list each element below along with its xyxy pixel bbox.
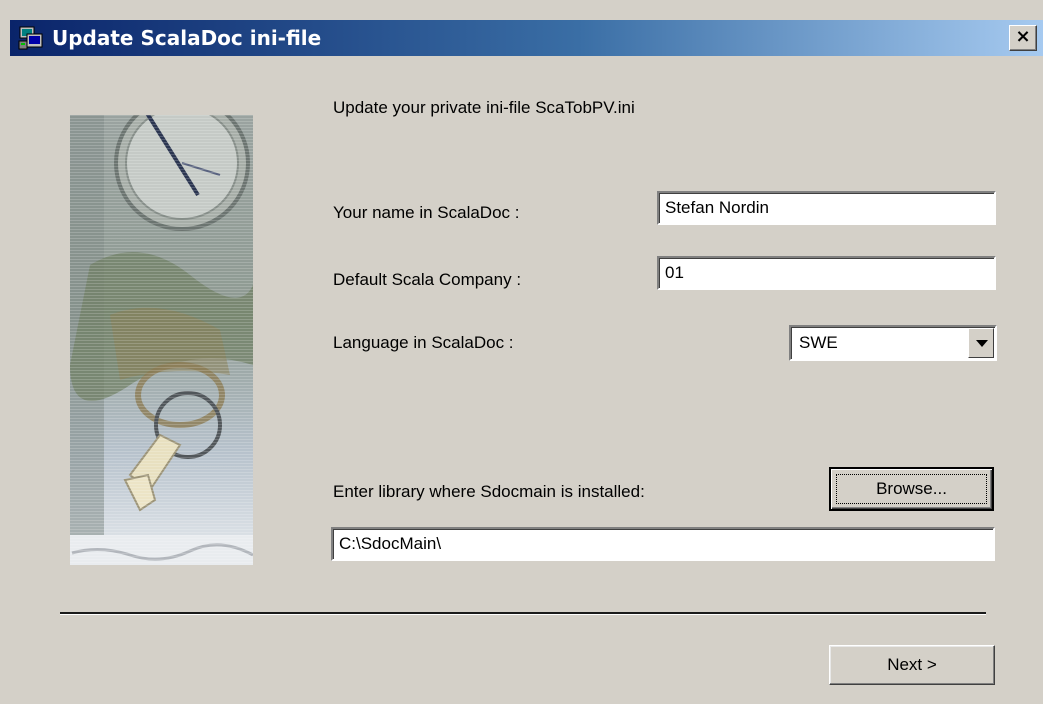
next-button-label: Next > — [887, 655, 937, 674]
title-bar[interactable]: Update ScalaDoc ini-file × — [10, 20, 1043, 56]
library-path-input[interactable] — [331, 527, 995, 561]
language-value: SWE — [799, 333, 838, 352]
company-label: Default Scala Company : — [333, 270, 522, 289]
browse-button-label: Browse... — [876, 479, 947, 498]
company-input[interactable] — [657, 256, 996, 290]
side-picture — [70, 115, 253, 565]
language-dropdown-button[interactable] — [968, 328, 994, 358]
window-title: Update ScalaDoc ini-file — [52, 26, 322, 50]
name-label: Your name in ScalaDoc : — [333, 203, 520, 222]
next-button[interactable]: Next > — [829, 645, 995, 685]
name-input[interactable] — [657, 191, 996, 225]
close-icon: × — [1015, 26, 1031, 47]
language-select[interactable]: SWE — [789, 325, 997, 361]
divider — [60, 612, 986, 615]
dialog-window: Update ScalaDoc ini-file × Update your p… — [0, 0, 1043, 704]
language-label: Language in ScalaDoc : — [333, 333, 514, 352]
setup-computer-icon — [18, 26, 43, 50]
close-button[interactable]: × — [1009, 25, 1037, 51]
chevron-down-icon — [976, 340, 988, 347]
browse-button[interactable]: Browse... — [829, 467, 994, 511]
library-label: Enter library where Sdocmain is installe… — [333, 482, 645, 501]
intro-text: Update your private ini-file ScaTobPV.in… — [333, 98, 635, 117]
